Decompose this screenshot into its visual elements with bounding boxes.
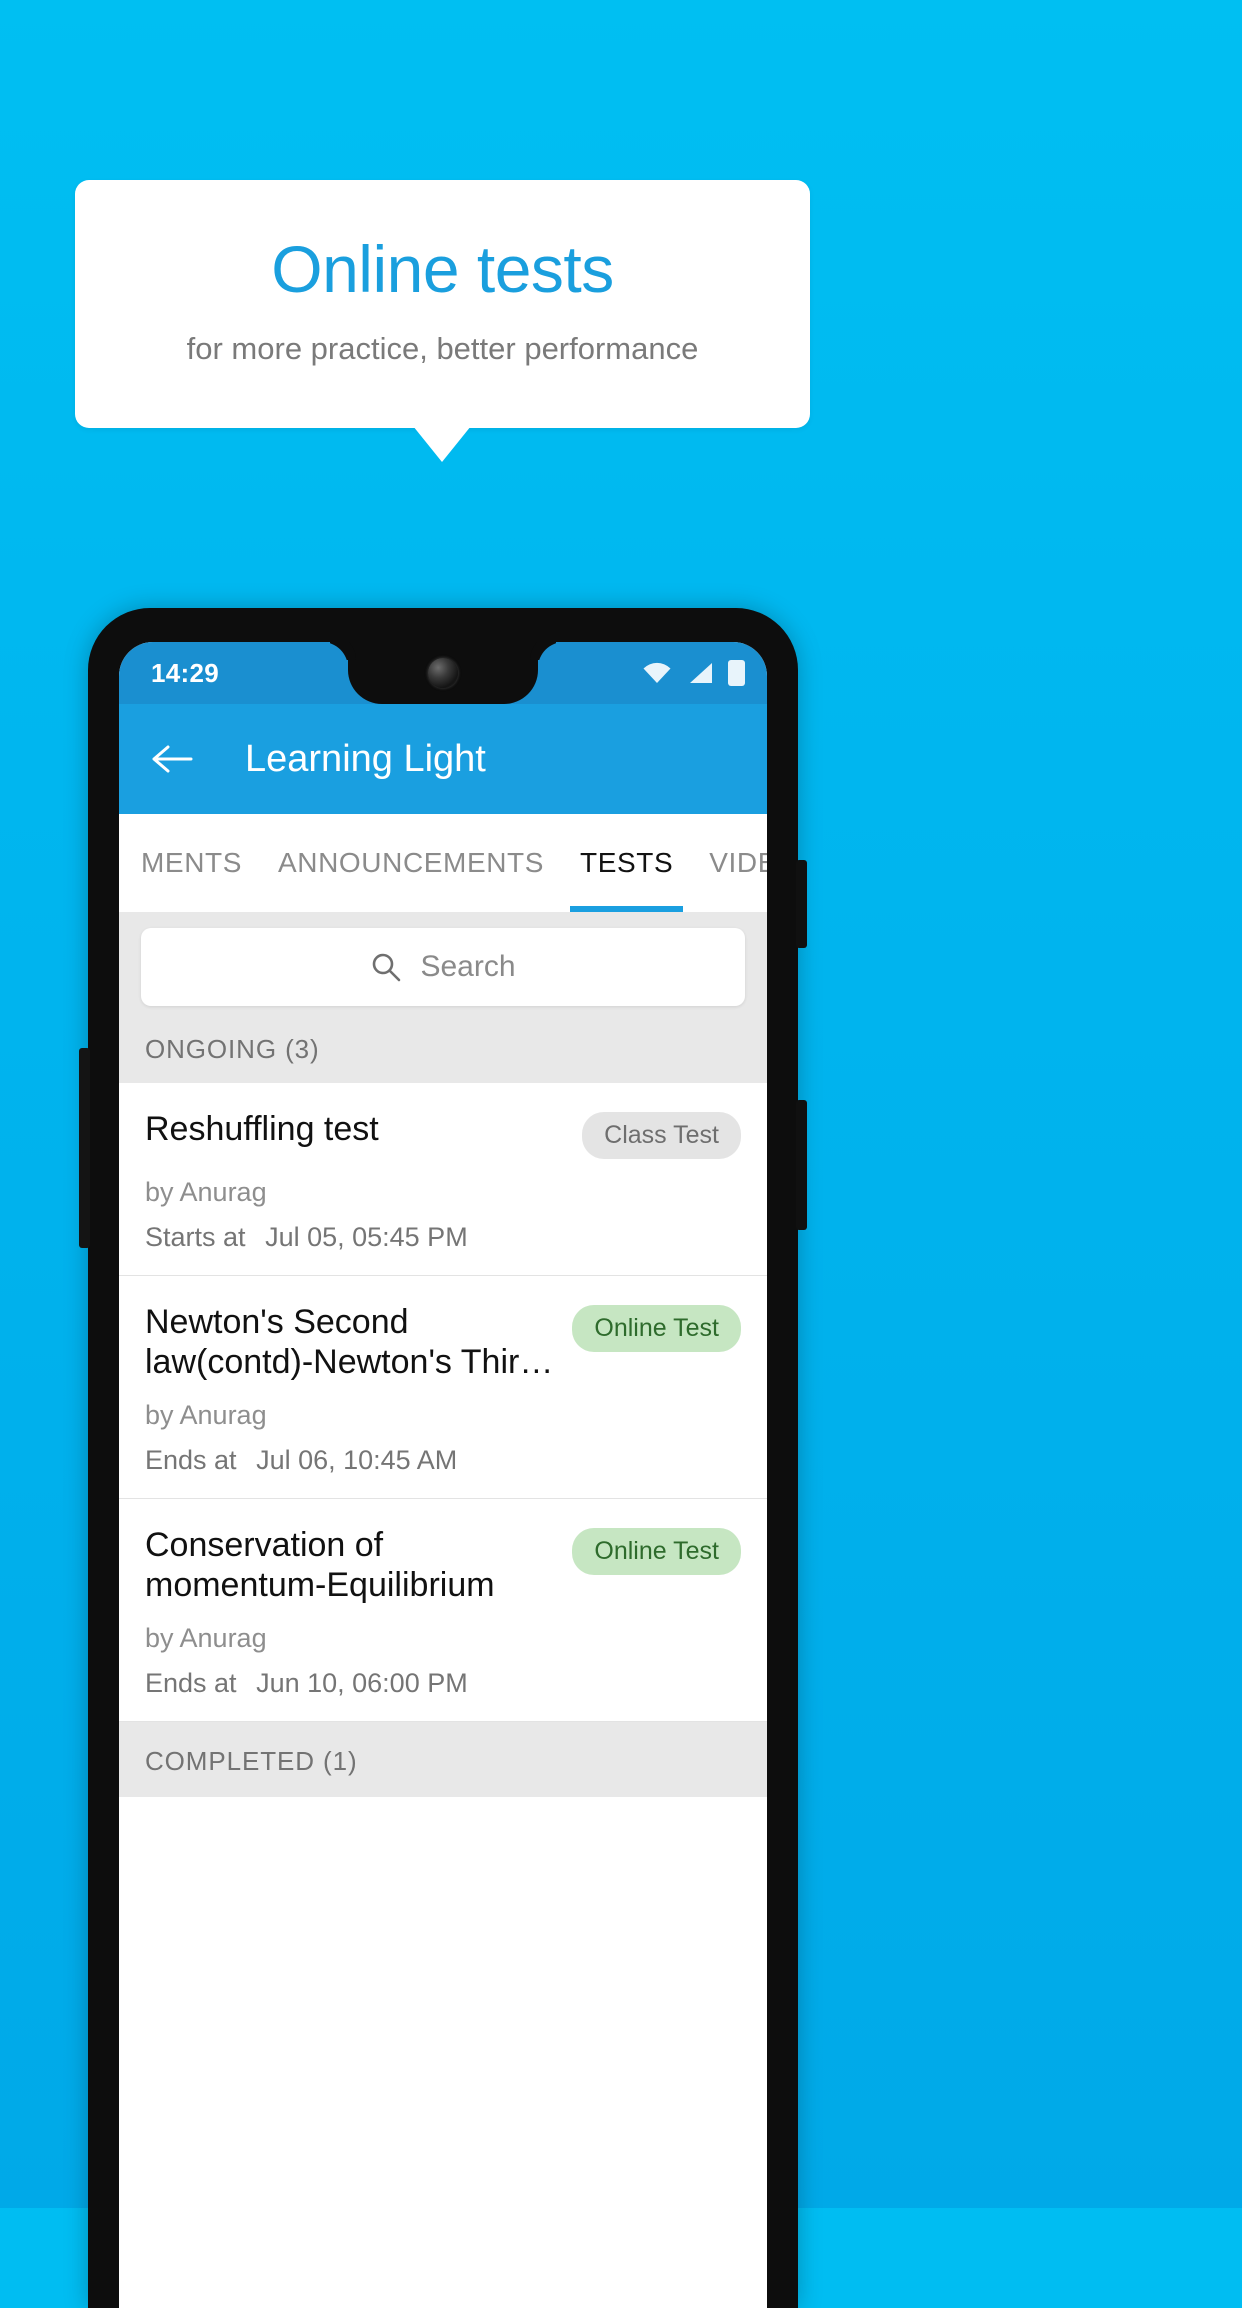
test-title: Newton's Second law(contd)-Newton's Thir…	[145, 1303, 554, 1382]
tab-ments[interactable]: MENTS	[119, 814, 260, 912]
test-time-label: Ends at	[145, 1445, 237, 1476]
app-bar: Learning Light	[119, 704, 767, 814]
tab-label: VIDEOS	[709, 847, 767, 878]
tab-announcements[interactable]: ANNOUNCEMENTS	[260, 814, 562, 912]
test-time-value: Jun 10, 06:00 PM	[256, 1668, 468, 1699]
test-time-label: Starts at	[145, 1222, 246, 1252]
phone-frame: 14:29 Learning Light MENTS ANNOUNCEMENTS…	[79, 608, 807, 2308]
promo-bubble: Online tests for more practice, better p…	[75, 180, 810, 428]
tab-label: TESTS	[580, 847, 674, 878]
test-time-value: Jul 06, 10:45 AM	[256, 1445, 458, 1476]
phone-notch	[348, 642, 538, 704]
status-badge: Class Test	[582, 1112, 741, 1159]
phone-left-button[interactable]	[79, 1048, 90, 1248]
test-author: by Anurag	[145, 1623, 267, 1654]
status-icons	[642, 660, 745, 686]
test-time: Starts at Jul 05, 05:45 PM	[145, 1222, 741, 1253]
test-title: Reshuffling test	[145, 1110, 379, 1148]
row-header: Reshuffling test Class Test	[145, 1109, 741, 1159]
row-header: Conservation of momentum-Equilibrium Onl…	[145, 1525, 741, 1605]
test-author: by Anurag	[145, 1400, 267, 1431]
app-title: Learning Light	[245, 737, 486, 780]
table-row[interactable]: Newton's Second law(contd)-Newton's Thir…	[119, 1276, 767, 1500]
tab-label: ANNOUNCEMENTS	[278, 847, 545, 878]
table-row[interactable]: Reshuffling test Class Test by Anurag St…	[119, 1083, 767, 1276]
section-header-ongoing: ONGOING (3)	[119, 1024, 767, 1083]
back-arrow-icon[interactable]	[149, 736, 195, 782]
tab-bar: MENTS ANNOUNCEMENTS TESTS VIDEOS	[119, 814, 767, 912]
test-time-value: Jul 05, 05:45 PM	[265, 1222, 468, 1252]
test-author: by Anurag	[145, 1177, 267, 1207]
section-header-completed: COMPLETED (1)	[119, 1722, 767, 1798]
tab-label: MENTS	[141, 847, 242, 878]
front-camera-icon	[428, 658, 458, 688]
phone-screen: 14:29 Learning Light MENTS ANNOUNCEMENTS…	[119, 642, 767, 2308]
search-zone: Search	[119, 912, 767, 1024]
search-input[interactable]: Search	[141, 928, 745, 1006]
battery-icon	[728, 660, 745, 686]
test-time-label: Ends at	[145, 1668, 237, 1699]
test-list: Reshuffling test Class Test by Anurag St…	[119, 1083, 767, 1723]
phone-volume-button[interactable]	[796, 1100, 807, 1230]
phone-power-button[interactable]	[796, 860, 807, 948]
test-time: Ends at Jul 06, 10:45 AM	[145, 1445, 741, 1476]
tab-videos[interactable]: VIDEOS	[691, 814, 767, 912]
cellular-signal-icon	[690, 663, 712, 683]
search-placeholder: Search	[420, 950, 516, 983]
test-time: Ends at Jun 10, 06:00 PM	[145, 1668, 741, 1699]
table-row[interactable]: Conservation of momentum-Equilibrium Onl…	[119, 1499, 767, 1723]
promo-bubble-tail	[413, 426, 471, 462]
wifi-icon	[643, 662, 671, 683]
status-badge: Online Test	[572, 1528, 741, 1576]
row-header: Newton's Second law(contd)-Newton's Thir…	[145, 1302, 741, 1382]
promo-subtitle: for more practice, better performance	[186, 330, 699, 366]
promo-title: Online tests	[271, 232, 614, 307]
status-badge: Online Test	[572, 1305, 741, 1352]
search-icon	[373, 953, 401, 982]
tab-tests[interactable]: TESTS	[562, 814, 691, 912]
test-title: Conservation of momentum-Equilibrium	[145, 1526, 495, 1605]
status-time: 14:29	[151, 657, 219, 688]
